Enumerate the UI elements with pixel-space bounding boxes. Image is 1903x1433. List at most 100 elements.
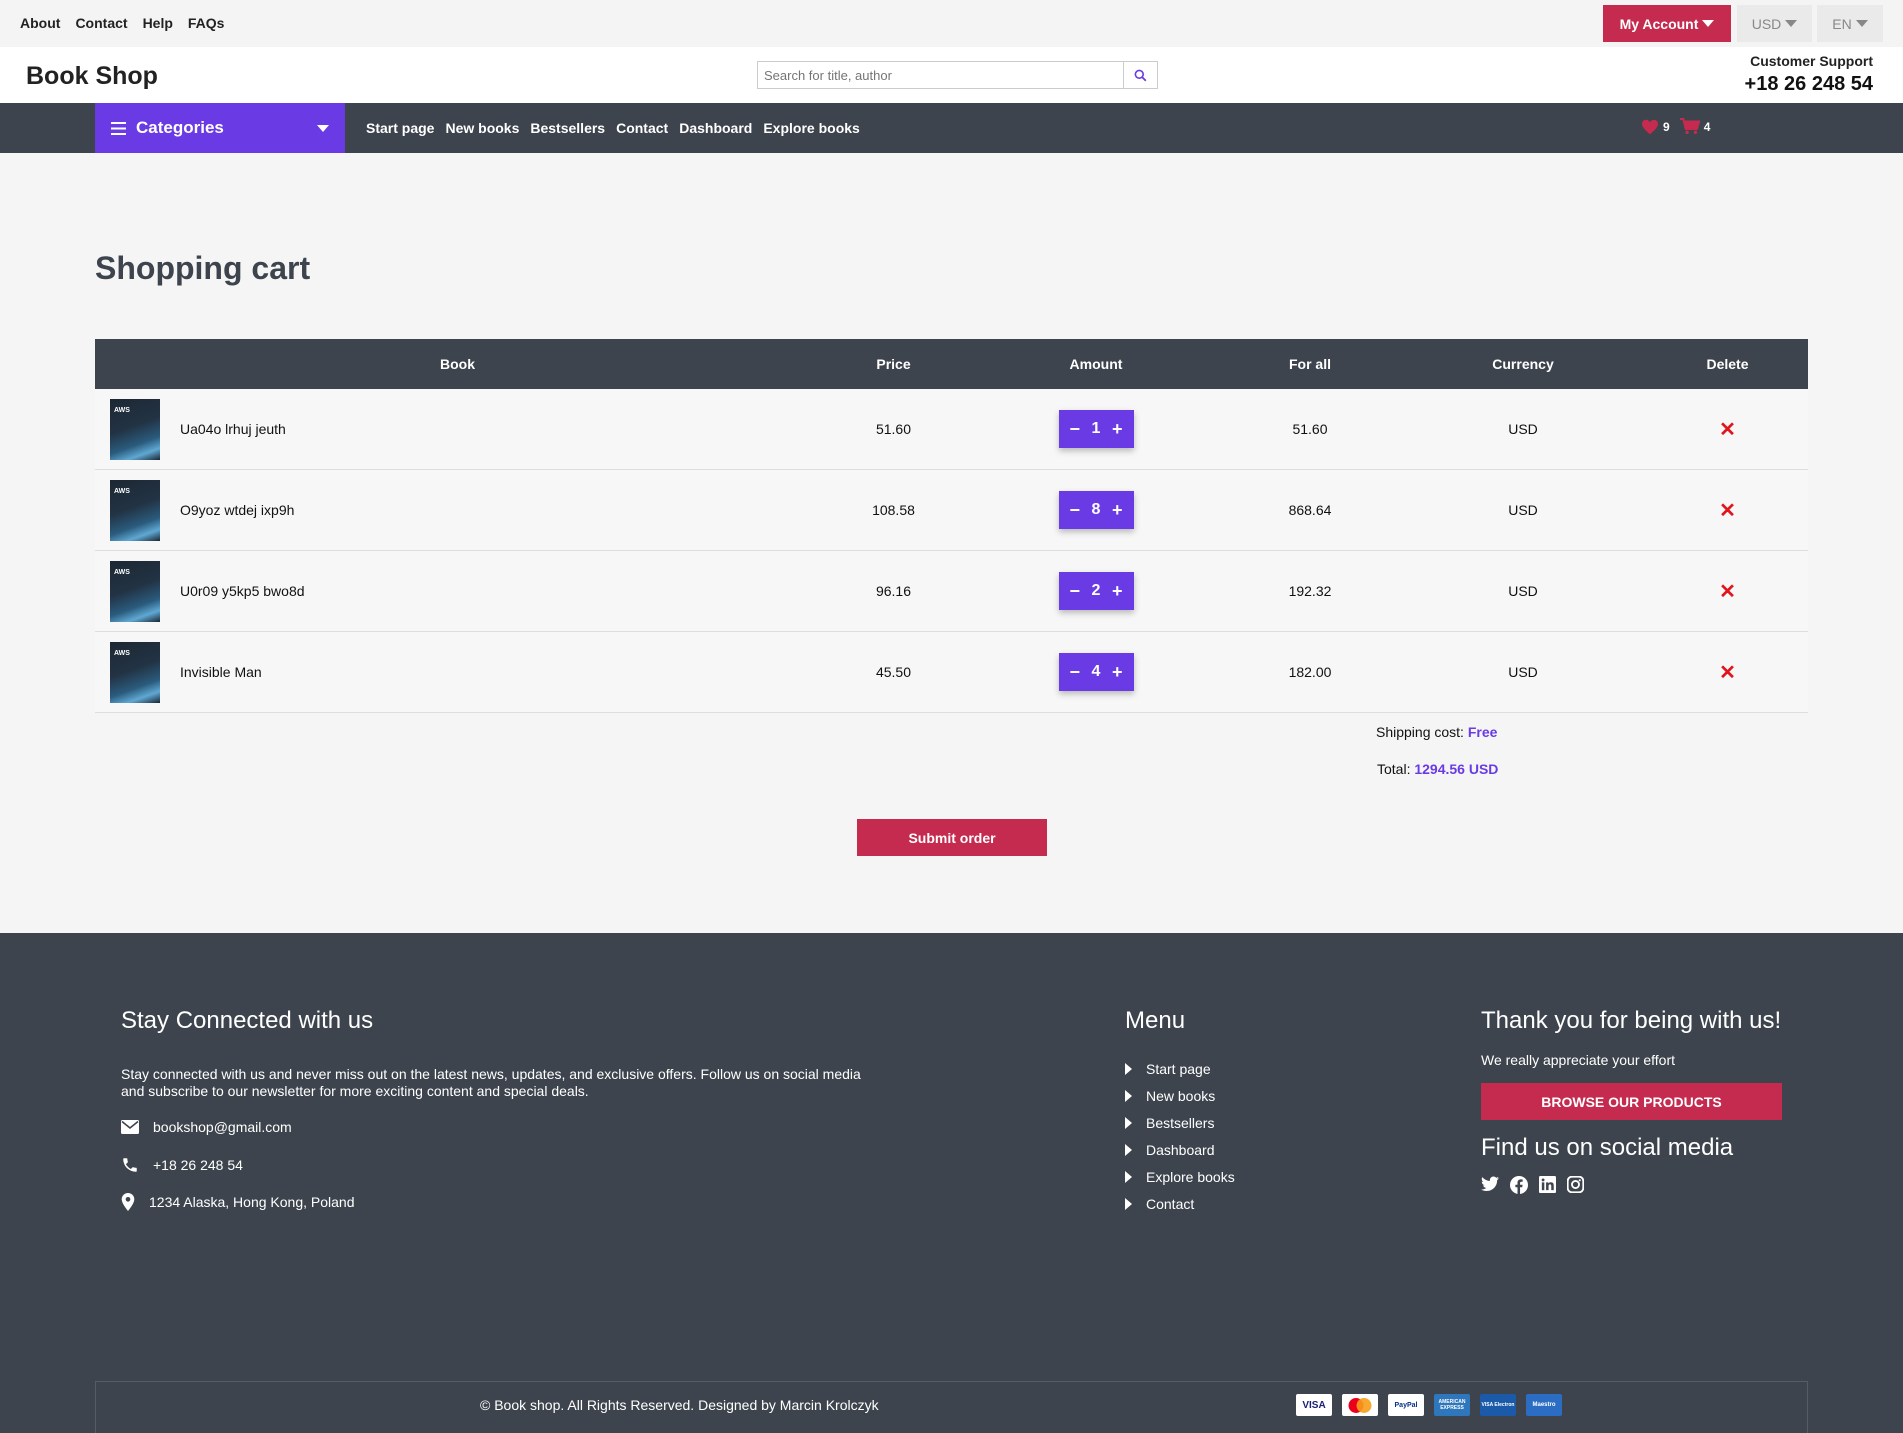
book-title[interactable]: Ua04o lrhuj jeuth	[180, 421, 286, 437]
mastercard-icon	[1342, 1394, 1378, 1416]
delete-icon[interactable]: ✕	[1719, 662, 1736, 684]
price-cell: 45.50	[875, 664, 912, 680]
facebook-icon[interactable]	[1510, 1176, 1528, 1194]
for-all-cell: 182.00	[1288, 664, 1332, 680]
amount-cell: − 8 +	[967, 491, 1225, 529]
book-cover[interactable]: AWS	[110, 560, 160, 622]
search-button[interactable]	[1123, 62, 1157, 88]
header-for-all: For all	[1288, 356, 1331, 372]
nav-link-new-books[interactable]: New books	[445, 120, 519, 136]
email-text[interactable]: bookshop@gmail.com	[153, 1119, 292, 1135]
cover-title: AWS	[114, 487, 130, 495]
footer-menu-label: Dashboard	[1146, 1141, 1215, 1158]
shipping-value: Free	[1467, 724, 1498, 740]
book-cover[interactable]: AWS	[110, 641, 160, 703]
increase-button[interactable]: +	[1112, 662, 1123, 683]
cart-count: 4	[1703, 119, 1711, 134]
maestro-card-icon: Maestro	[1526, 1394, 1562, 1416]
submit-order-button[interactable]: Submit order	[857, 819, 1047, 856]
support-phone: +18 26 248 54	[1744, 73, 1873, 95]
my-account-button[interactable]: My Account	[1603, 5, 1731, 42]
decrease-button[interactable]: −	[1070, 419, 1081, 440]
nav-link-dashboard[interactable]: Dashboard	[679, 120, 752, 136]
book-cell: AWS U0r09 y5kp5 bwo8d	[95, 560, 820, 622]
price-cell: 108.58	[872, 502, 915, 518]
header-currency: Currency	[1492, 356, 1554, 372]
social-icons	[1481, 1176, 1584, 1194]
delete-icon[interactable]: ✕	[1719, 581, 1736, 603]
cart-table-header: Book Price Amount For all Currency Delet…	[95, 339, 1808, 389]
chevron-down-icon	[1702, 20, 1715, 27]
instagram-icon[interactable]	[1567, 1176, 1584, 1193]
nav-link-explore-books[interactable]: Explore books	[763, 120, 859, 136]
footer-menu-item-explore-books[interactable]: Explore books	[1125, 1163, 1235, 1190]
book-cover[interactable]: AWS	[110, 398, 160, 460]
brand-logo[interactable]: Book Shop	[26, 62, 158, 91]
paypal-card-icon: PayPal	[1388, 1394, 1424, 1416]
nav-link-contact[interactable]: Contact	[616, 120, 668, 136]
delete-cell: ✕	[1651, 498, 1804, 523]
categories-label: Categories	[136, 118, 224, 137]
book-cell: AWS Invisible Man	[95, 641, 820, 703]
increase-button[interactable]: +	[1112, 419, 1123, 440]
book-cover[interactable]: AWS	[110, 479, 160, 541]
address-text: 1234 Alaska, Hong Kong, Poland	[149, 1194, 355, 1210]
delete-icon[interactable]: ✕	[1719, 500, 1736, 522]
delete-cell: ✕	[1651, 579, 1804, 604]
increase-button[interactable]: +	[1112, 500, 1123, 521]
thanks-text: We really appreciate your effort	[1481, 1052, 1676, 1068]
for-all-cell: 51.60	[1292, 421, 1328, 437]
cover-title: AWS	[114, 406, 130, 414]
decrease-button[interactable]: −	[1070, 500, 1081, 521]
top-link-faqs[interactable]: FAQs	[188, 15, 225, 31]
nav-link-bestsellers[interactable]: Bestsellers	[530, 120, 605, 136]
currency-dropdown[interactable]: USD	[1737, 5, 1812, 42]
top-link-contact[interactable]: Contact	[75, 15, 127, 31]
categories-dropdown[interactable]: Categories	[95, 103, 345, 153]
amex-card-icon: AMERICAN EXPRESS	[1434, 1394, 1470, 1416]
quantity-value: 4	[1091, 663, 1101, 680]
footer-menu-label: Contact	[1146, 1195, 1195, 1212]
book-title[interactable]: Invisible Man	[180, 664, 262, 680]
top-link-about[interactable]: About	[20, 15, 60, 31]
increase-button[interactable]: +	[1112, 581, 1123, 602]
decrease-button[interactable]: −	[1070, 662, 1081, 683]
book-cell: AWS O9yoz wtdej ixp9h	[95, 479, 820, 541]
phone-icon	[123, 1158, 137, 1172]
footer-menu-item-bestsellers[interactable]: Bestsellers	[1125, 1109, 1235, 1136]
wishlist-count: 9	[1663, 119, 1670, 134]
browse-products-button[interactable]: BROWSE OUR PRODUCTS	[1481, 1083, 1782, 1120]
decrease-button[interactable]: −	[1070, 581, 1081, 602]
chevron-down-icon	[317, 124, 329, 132]
table-row: AWS U0r09 y5kp5 bwo8d 96.16 − 2 + 192.32…	[95, 551, 1808, 632]
cart-link[interactable]: 4	[1679, 118, 1711, 135]
footer-menu-item-dashboard[interactable]: Dashboard	[1125, 1136, 1235, 1163]
book-cell: AWS Ua04o lrhuj jeuth	[95, 398, 820, 460]
book-title[interactable]: O9yoz wtdej ixp9h	[180, 502, 294, 518]
quantity-stepper: − 2 +	[1058, 572, 1134, 610]
table-row: AWS O9yoz wtdej ixp9h 108.58 − 8 + 868.6…	[95, 470, 1808, 551]
delete-cell: ✕	[1651, 660, 1804, 685]
thanks-heading: Thank you for being with us!	[1481, 1007, 1782, 1034]
footer-menu-item-new-books[interactable]: New books	[1125, 1082, 1235, 1109]
currency-cell: USD	[1508, 421, 1538, 437]
search-box	[757, 61, 1158, 89]
footer-menu-item-start-page[interactable]: Start page	[1125, 1055, 1235, 1082]
language-dropdown[interactable]: EN	[1817, 5, 1883, 42]
search-input[interactable]	[758, 62, 1123, 88]
top-link-help[interactable]: Help	[143, 15, 173, 31]
wishlist-link[interactable]: 9	[1641, 119, 1670, 135]
delete-icon[interactable]: ✕	[1719, 419, 1736, 441]
book-title[interactable]: U0r09 y5kp5 bwo8d	[180, 583, 305, 599]
top-bar: About Contact Help FAQs My Account USD E…	[0, 0, 1903, 47]
footer-menu-item-contact[interactable]: Contact	[1125, 1190, 1235, 1217]
nav-link-start-page[interactable]: Start page	[366, 120, 434, 136]
payment-cards: VISA PayPal AMERICAN EXPRESS VISA Electr…	[1296, 1394, 1562, 1416]
my-account-label: My Account	[1619, 15, 1699, 32]
header-delete: Delete	[1706, 356, 1749, 372]
total-value: 1294.56 USD	[1414, 761, 1499, 777]
quantity-value: 1	[1091, 420, 1101, 437]
linkedin-icon[interactable]	[1539, 1176, 1556, 1193]
twitter-icon[interactable]	[1481, 1176, 1499, 1192]
search-icon	[1134, 69, 1147, 81]
